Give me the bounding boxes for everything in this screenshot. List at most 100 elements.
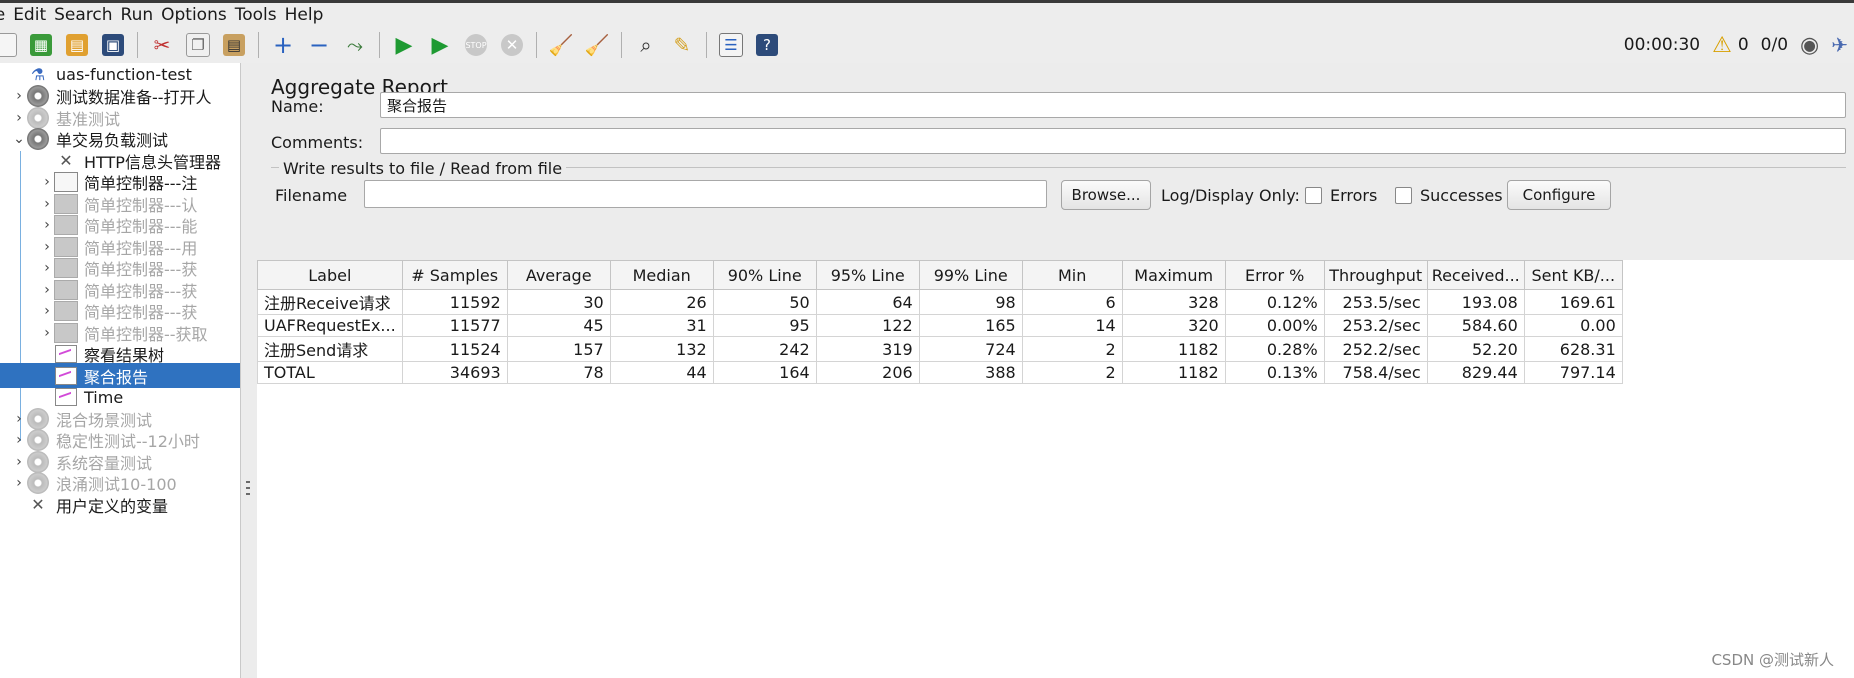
divider-grip-icon[interactable] (246, 481, 250, 499)
name-label: Name: (271, 97, 324, 116)
results-table-area: Label # Samples Average Median 90% Line 95% L… (257, 260, 1854, 678)
split-pane-divider[interactable] (240, 63, 258, 678)
expander-icon[interactable]: › (40, 282, 54, 298)
table-cell: 注册Send请求 (257, 336, 403, 362)
table-cell: 628.31 (1523, 336, 1623, 362)
expander-icon[interactable]: › (12, 432, 26, 448)
column-header[interactable]: Min (1021, 260, 1123, 290)
wrench-icon: ✕ (31, 495, 45, 514)
start-no-pauses-icon[interactable]: ▶ (427, 32, 453, 58)
expander-icon[interactable]: › (40, 239, 54, 255)
table-cell: 328 (1121, 289, 1226, 315)
column-header[interactable]: # Samples (401, 260, 508, 290)
open-icon[interactable]: ▤ (64, 32, 90, 58)
column-header[interactable]: Received... (1426, 260, 1525, 290)
toggle-icon[interactable]: ⤳ (342, 32, 368, 58)
table-row[interactable]: 注册Receive请求 11592 30 26 50 64 98 6 328 0.12% 253.5… (257, 289, 1623, 315)
column-header[interactable]: Label (257, 260, 403, 290)
column-header[interactable]: Maximum (1121, 260, 1226, 290)
table-cell: 584.60 (1426, 314, 1525, 337)
successes-checkbox[interactable] (1395, 187, 1412, 204)
expander-icon[interactable]: › (40, 325, 54, 341)
expander-icon[interactable]: › (12, 110, 26, 126)
clear-icon[interactable]: 🧹 (548, 32, 574, 58)
new-icon[interactable] (0, 32, 18, 58)
function-helper-icon[interactable]: ☰ (718, 32, 744, 58)
column-header[interactable]: Error % (1224, 260, 1325, 290)
controller-icon (54, 322, 78, 343)
expander-icon[interactable]: › (12, 475, 26, 491)
expander-icon[interactable]: ⌄ (12, 131, 26, 147)
menu-edit[interactable]: Edit (13, 5, 46, 25)
expander-icon[interactable]: › (40, 303, 54, 319)
table-cell: 1182 (1121, 361, 1226, 384)
expander-icon[interactable]: › (12, 411, 26, 427)
column-header[interactable]: Median (609, 260, 714, 290)
log-viewer-icon[interactable]: ✈ (1831, 33, 1848, 57)
tree-item[interactable]: ✕ 用户定义的变量 (0, 492, 252, 517)
menu-search[interactable]: Search (54, 5, 112, 25)
clear-all-icon[interactable]: 🧹 (584, 32, 610, 58)
table-cell: 78 (506, 361, 611, 384)
table-cell: 0.00 (1523, 314, 1623, 337)
menu-file[interactable]: le (0, 5, 5, 25)
reset-search-icon[interactable]: ✎ (669, 32, 695, 58)
templates-icon[interactable]: ▦ (28, 32, 54, 58)
table-cell: 注册Receive请求 (257, 289, 403, 315)
thread-count: 0/0 (1760, 35, 1789, 55)
help-icon[interactable]: ? (754, 32, 780, 58)
table-cell: 34693 (401, 361, 508, 384)
toolbar-separator (621, 32, 622, 58)
cut-icon[interactable]: ✂ (149, 32, 175, 58)
table-cell: 0.00% (1224, 314, 1325, 337)
column-header[interactable]: Sent KB/... (1523, 260, 1623, 290)
table-cell: 11592 (401, 289, 508, 315)
menu-options[interactable]: Options (161, 5, 227, 25)
paste-icon[interactable]: ▤ (221, 32, 247, 58)
expander-icon[interactable]: › (40, 260, 54, 276)
table-row[interactable]: UAFRequestEx... 11577 45 31 95 122 165 14 320 0.0… (257, 314, 1623, 337)
filename-field[interactable] (364, 180, 1047, 208)
table-cell: 44 (609, 361, 714, 384)
menu-run[interactable]: Run (121, 5, 154, 25)
table-cell: 26 (609, 289, 714, 315)
table-row[interactable]: 注册Send请求 11524 157 132 242 319 724 2 1182 0.28% 25… (257, 336, 1623, 362)
expander-icon[interactable]: › (40, 217, 54, 233)
flask-icon: ⚗ (30, 65, 46, 84)
name-field[interactable]: 聚合报告 (380, 92, 1846, 118)
copy-icon[interactable]: ❐ (185, 32, 211, 58)
configure-button[interactable]: Configure (1507, 180, 1611, 210)
column-header[interactable]: Throughput (1323, 260, 1428, 290)
toolbar-separator (706, 32, 707, 58)
stop-icon[interactable]: STOP (463, 32, 489, 58)
table-cell: 6 (1021, 289, 1123, 315)
browse-button[interactable]: Browse... (1061, 180, 1151, 210)
table-cell: 98 (918, 289, 1023, 315)
errors-checkbox[interactable] (1305, 187, 1322, 204)
table-cell: 164 (712, 361, 817, 384)
table-cell: 64 (815, 289, 920, 315)
table-row[interactable]: TOTAL 34693 78 44 164 206 388 2 1182 0.13% 758.4/s… (257, 361, 1623, 384)
expander-icon[interactable]: › (40, 196, 54, 212)
column-header[interactable]: 90% Line (712, 260, 817, 290)
table-cell: 0.28% (1224, 336, 1325, 362)
column-header[interactable]: Average (506, 260, 611, 290)
table-cell: 388 (918, 361, 1023, 384)
search-icon[interactable]: ⌕ (633, 32, 659, 58)
comments-label: Comments: (271, 133, 364, 152)
shutdown-icon[interactable]: ✕ (499, 32, 525, 58)
collapse-icon[interactable]: − (306, 31, 332, 59)
column-header[interactable]: 99% Line (918, 260, 1023, 290)
expand-icon[interactable]: + (270, 31, 296, 59)
expander-icon[interactable]: › (40, 174, 54, 190)
warning-icon[interactable]: ⚠ (1712, 33, 1732, 58)
expander-icon[interactable]: › (12, 454, 26, 470)
start-icon[interactable]: ▶ (391, 32, 417, 58)
save-icon[interactable]: ▣ (100, 32, 126, 58)
column-header[interactable]: 95% Line (815, 260, 920, 290)
menu-help[interactable]: Help (285, 5, 324, 25)
menu-tools[interactable]: Tools (235, 5, 277, 25)
table-cell: 758.4/sec (1323, 361, 1428, 384)
comments-field[interactable] (380, 128, 1846, 154)
expander-icon[interactable]: › (12, 88, 26, 104)
